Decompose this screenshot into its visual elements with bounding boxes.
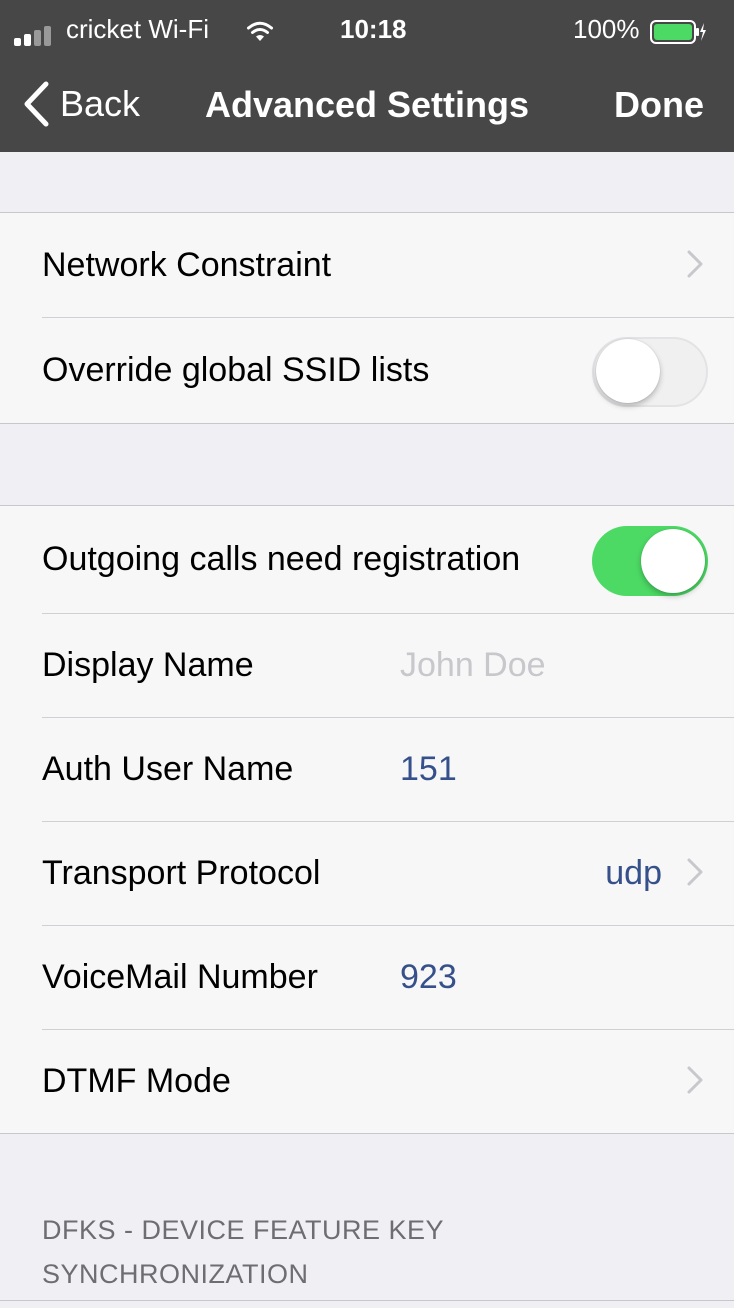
charging-icon [700,23,706,41]
outgoing-calls-row: Outgoing calls need registration [0,506,734,613]
toggle-knob [596,339,660,403]
status-time: 10:18 [340,14,407,44]
done-button[interactable]: Done [614,84,704,126]
dtmf-mode-row[interactable]: DTMF Mode [0,1029,734,1133]
voicemail-label: VoiceMail Number [42,958,318,996]
chevron-right-icon [687,858,703,886]
override-ssid-label: Override global SSID lists [42,351,430,389]
battery-icon [650,20,706,44]
network-constraint-label: Network Constraint [42,246,332,284]
override-ssid-toggle[interactable] [592,337,708,407]
chevron-right-icon [687,250,703,278]
battery-percent: 100% [573,14,640,44]
display-name-input[interactable]: John Doe [400,613,546,717]
outgoing-calls-label: Outgoing calls need registration [42,540,521,578]
display-name-label: Display Name [42,646,254,684]
transport-protocol-label: Transport Protocol [42,854,321,892]
transport-protocol-row[interactable]: Transport Protocol udp [0,821,734,925]
display-name-row: Display Name John Doe [0,613,734,717]
auth-user-label: Auth User Name [42,750,294,788]
divider [0,1300,734,1301]
toggle-knob [641,529,705,593]
outgoing-calls-toggle[interactable] [592,526,708,596]
settings-group-sip: Outgoing calls need registration Display… [0,505,734,1134]
voicemail-row: VoiceMail Number 923 [0,925,734,1029]
settings-group-network: Network Constraint Override global SSID … [0,212,734,424]
dtmf-mode-label: DTMF Mode [42,1062,231,1100]
back-label: Back [60,83,141,124]
wifi-icon [247,21,273,41]
transport-protocol-value: udp [605,854,662,892]
signal-icon [14,24,62,46]
top-bar: cricket Wi-Fi 10:18 100% Back Advanced S… [0,0,734,152]
navigation-bar: Back Advanced Settings Done [0,62,734,152]
override-ssid-row: Override global SSID lists [0,317,734,423]
auth-user-row: Auth User Name 151 [0,717,734,821]
voicemail-input[interactable]: 923 [400,925,457,1029]
status-bar: cricket Wi-Fi 10:18 100% [0,0,734,62]
back-button[interactable]: Back [22,80,140,128]
network-constraint-row[interactable]: Network Constraint [0,213,734,317]
carrier-name: cricket Wi-Fi [66,14,209,44]
back-chevron-icon [24,81,49,127]
auth-user-input[interactable]: 151 [400,717,457,821]
dfks-section-header: DFKS - DEVICE FEATURE KEY SYNCHRONIZATIO… [42,1215,444,1289]
chevron-right-icon [687,1066,703,1094]
